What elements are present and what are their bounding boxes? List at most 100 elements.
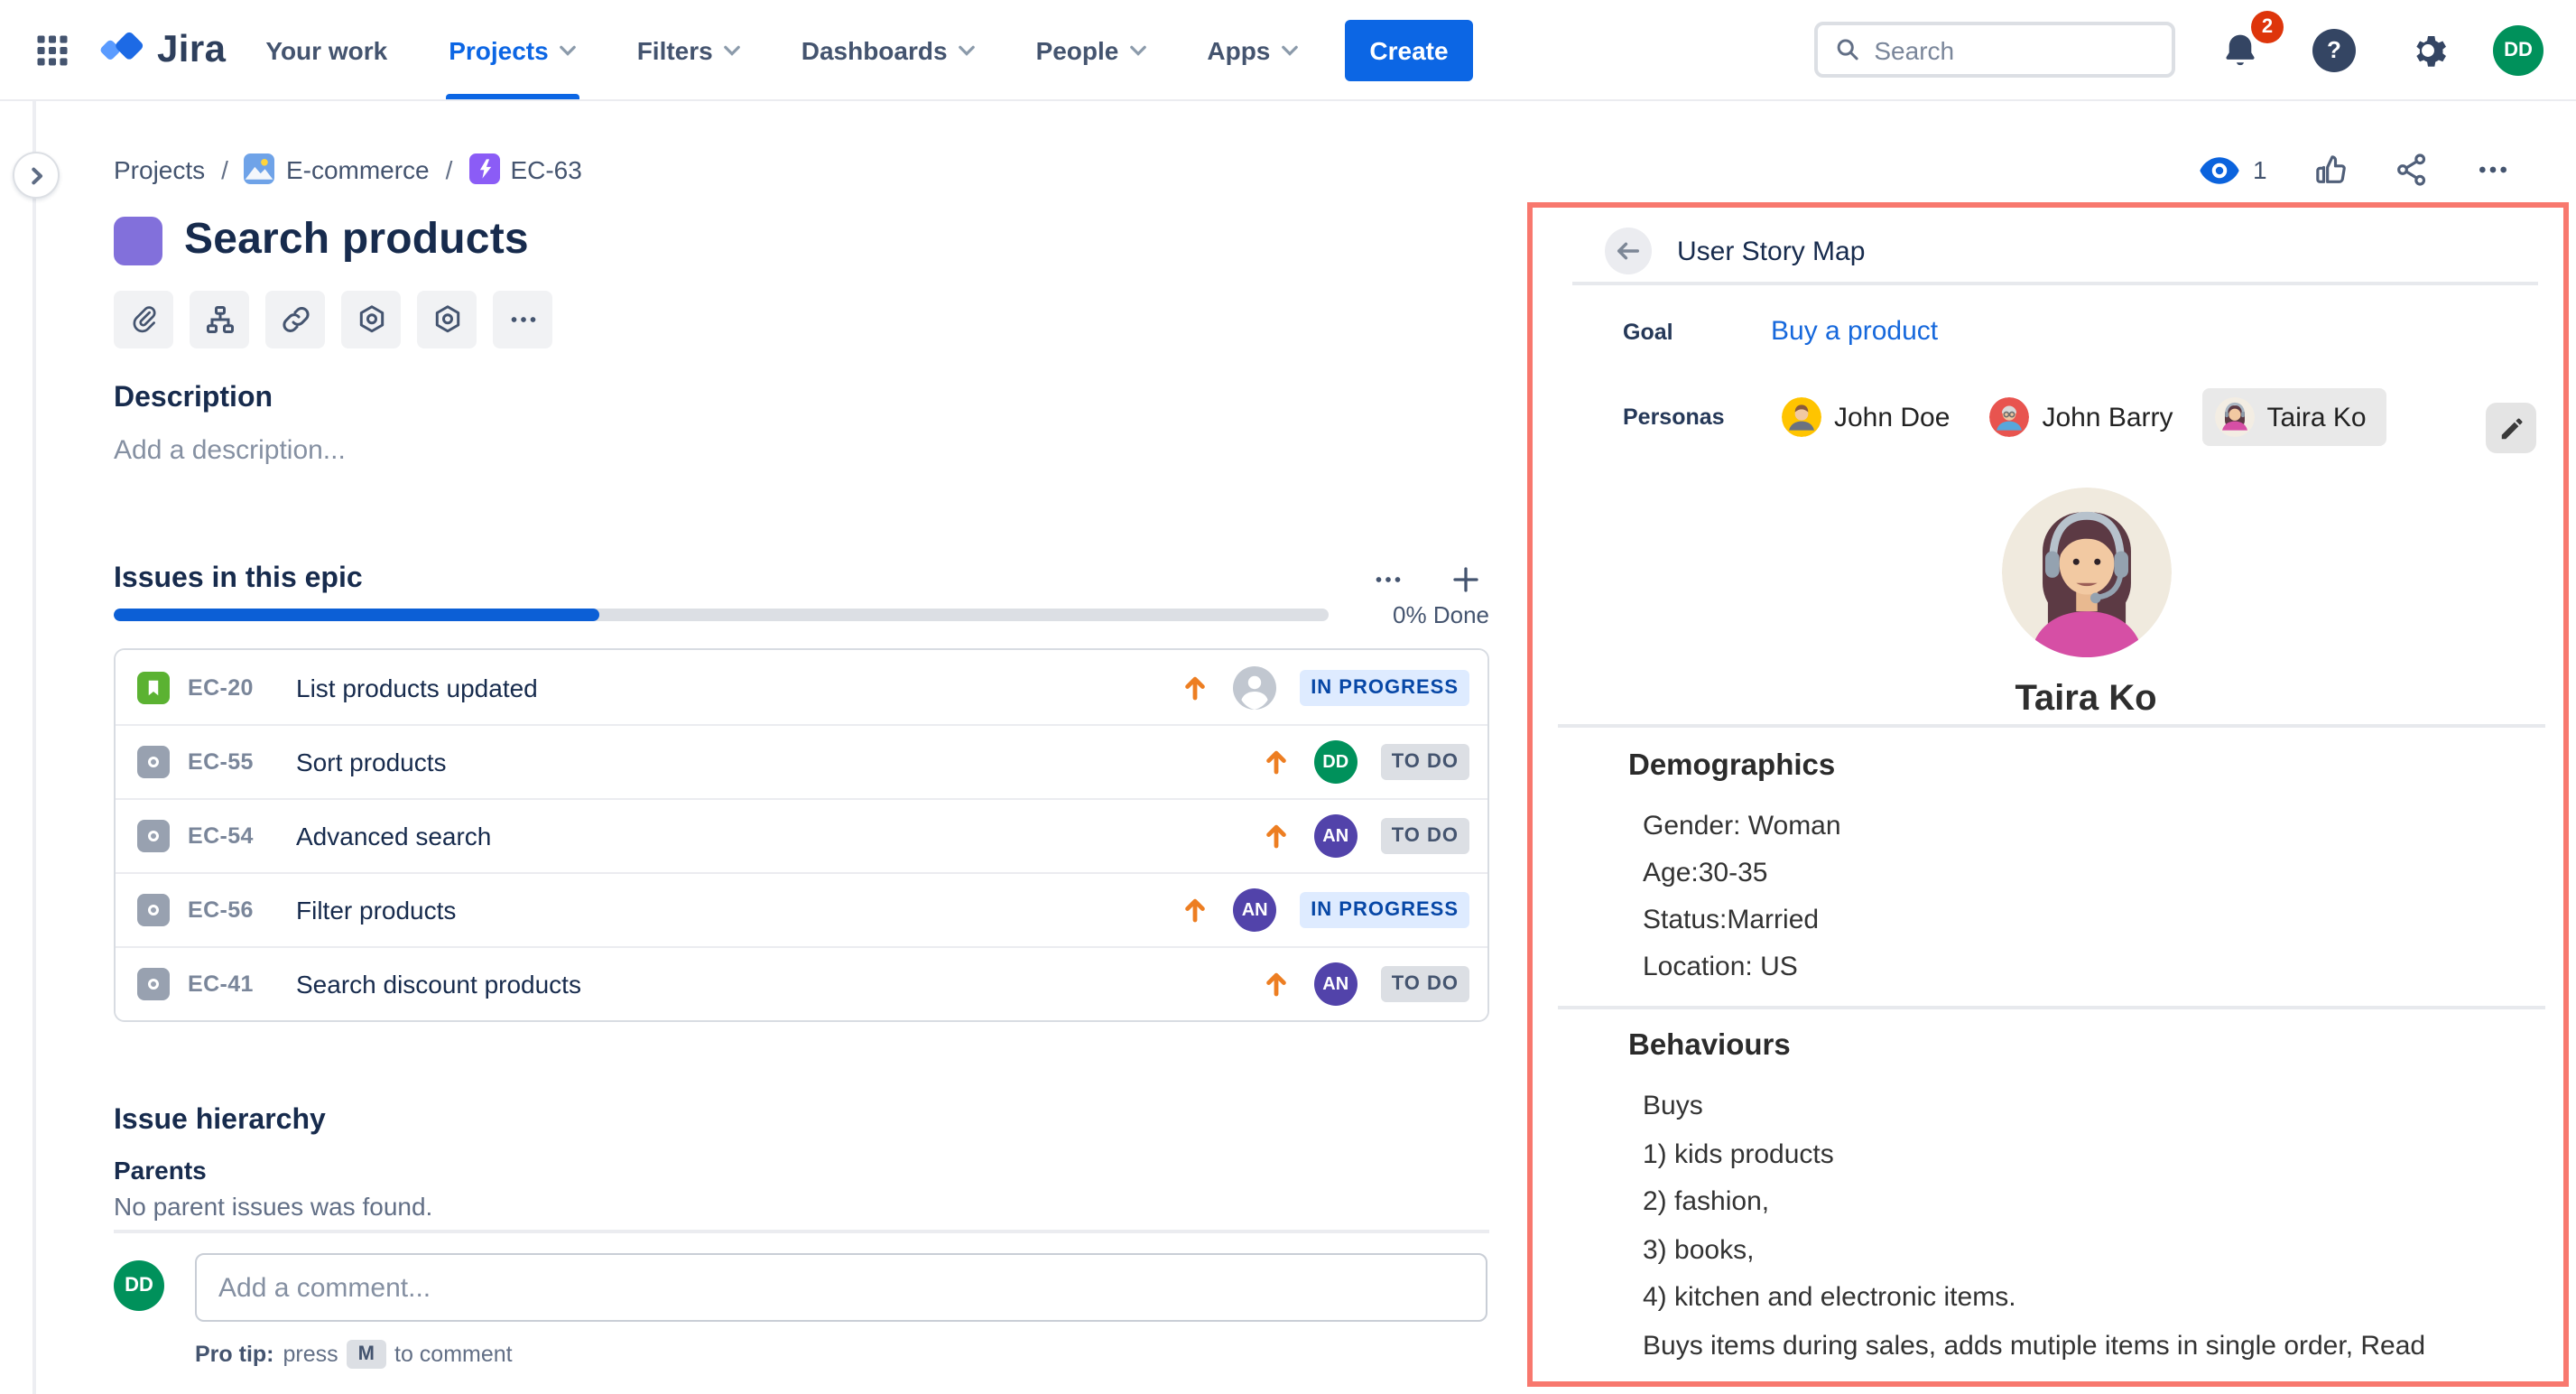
- issue-key: EC-56: [188, 897, 278, 923]
- panel-title: User Story Map: [1677, 236, 1865, 266]
- gear-icon: [2408, 30, 2448, 70]
- assignee-avatar[interactable]: AN: [1314, 814, 1357, 858]
- pencil-icon: [2497, 414, 2525, 441]
- panel-divider: [1558, 724, 2545, 728]
- comment-protip: Pro tip: press M to comment: [195, 1340, 513, 1369]
- collapsed-sidebar: [0, 101, 36, 1394]
- epic-issues-add-button[interactable]: [1442, 556, 1489, 603]
- nav-menu: Your work Projects Filters Dashboards Pe…: [265, 0, 1297, 99]
- user-avatar[interactable]: DD: [2493, 24, 2544, 75]
- back-button[interactable]: [1605, 228, 1652, 274]
- nav-item-your-work[interactable]: Your work: [265, 0, 387, 99]
- assignee-avatar[interactable]: AN: [1233, 888, 1276, 932]
- add-child-issue-button[interactable]: [190, 291, 249, 348]
- priority-high-icon: [1262, 748, 1291, 776]
- task-icon: [137, 746, 170, 778]
- like-button[interactable]: [2312, 152, 2349, 188]
- notifications-button[interactable]: 2: [2213, 23, 2267, 77]
- comment-input[interactable]: [218, 1272, 1464, 1303]
- edit-personas-button[interactable]: [2486, 403, 2536, 453]
- settings-button[interactable]: [2401, 23, 2455, 77]
- create-button[interactable]: Create: [1344, 19, 1473, 80]
- top-nav: Jira Your work Projects Filters Dashboar…: [0, 0, 2576, 101]
- status-badge[interactable]: TO DO: [1381, 818, 1469, 854]
- issue-row[interactable]: EC-54 Advanced search AN TO DO: [116, 798, 1487, 872]
- goal-row: Goal Buy a product: [1623, 316, 1938, 347]
- issue-row[interactable]: EC-41 Search discount products AN TO DO: [116, 946, 1487, 1020]
- breadcrumb-item-project[interactable]: E-commerce: [245, 153, 430, 184]
- persona-list: John Doe John Barry: [1771, 388, 2386, 446]
- page-title: Search products: [184, 215, 529, 265]
- epic-issues-more-button[interactable]: [1365, 556, 1412, 603]
- behaviours-item: 3) books,: [1643, 1227, 2545, 1275]
- issue-summary: Sort products: [296, 748, 1244, 776]
- nav-item-people[interactable]: People: [1036, 0, 1146, 99]
- eye-icon: [2199, 154, 2240, 185]
- project-avatar-icon: [245, 153, 275, 184]
- chevron-down-icon: [1129, 44, 1145, 55]
- hierarchy-icon: [203, 303, 236, 336]
- chevron-down-icon: [1281, 44, 1297, 55]
- nav-item-apps[interactable]: Apps: [1207, 0, 1297, 99]
- issue-key: EC-54: [188, 823, 278, 849]
- status-badge[interactable]: TO DO: [1381, 744, 1469, 780]
- nav-item-filters[interactable]: Filters: [637, 0, 740, 99]
- assignee-avatar[interactable]: DD: [1314, 740, 1357, 784]
- status-badge[interactable]: IN PROGRESS: [1300, 892, 1469, 928]
- more-quick-actions-button[interactable]: [493, 291, 552, 348]
- breadcrumb-item-projects[interactable]: Projects: [114, 154, 205, 183]
- panel-divider: [1572, 282, 2538, 285]
- nav-left: Jira Your work Projects Filters Dashboar…: [25, 0, 1474, 99]
- attach-button[interactable]: [114, 291, 173, 348]
- issue-meta-actions: 1: [2199, 152, 2511, 188]
- ellipsis-icon: [1372, 563, 1404, 596]
- epic-issues-list: EC-20 List products updated IN PROGRESS …: [114, 648, 1489, 1022]
- behaviours-item: Buys: [1643, 1083, 2545, 1131]
- task-icon: [137, 820, 170, 852]
- search-input[interactable]: [1874, 35, 2154, 64]
- issue-row[interactable]: EC-20 List products updated IN PROGRESS: [116, 650, 1487, 724]
- share-button[interactable]: [2394, 152, 2430, 188]
- jira-logo[interactable]: Jira: [97, 26, 226, 73]
- priority-high-icon: [1181, 673, 1209, 702]
- behaviours-item: 2) fashion,: [1643, 1179, 2545, 1227]
- persona-avatar-icon: [1989, 397, 2029, 437]
- persona-chip-john-doe[interactable]: John Doe: [1771, 388, 1960, 446]
- goal-link[interactable]: Buy a product: [1771, 316, 1938, 347]
- task-icon: [137, 894, 170, 926]
- parents-empty-text: No parent issues was found.: [114, 1192, 432, 1221]
- thumbs-up-icon: [2312, 152, 2349, 188]
- issue-row[interactable]: EC-56 Filter products AN IN PROGRESS: [116, 872, 1487, 946]
- story-icon: [137, 671, 170, 703]
- more-actions-button[interactable]: [2475, 152, 2511, 188]
- issue-row[interactable]: EC-55 Sort products DD TO DO: [116, 724, 1487, 798]
- assignee-avatar-unassigned[interactable]: [1233, 665, 1276, 709]
- global-search[interactable]: [1814, 22, 2175, 78]
- breadcrumb-item-issue[interactable]: EC-63: [468, 153, 581, 184]
- epic-issues-header: Issues in this epic: [114, 556, 1489, 603]
- assignee-avatar[interactable]: AN: [1314, 962, 1357, 1006]
- demographics-heading: Demographics: [1628, 749, 1835, 784]
- status-badge[interactable]: IN PROGRESS: [1300, 669, 1469, 705]
- nav-item-projects[interactable]: Projects: [449, 0, 576, 99]
- active-tab-underline: [445, 94, 579, 99]
- comment-box[interactable]: [195, 1253, 1487, 1322]
- app-switcher-button[interactable]: [25, 23, 79, 77]
- watchers-button[interactable]: 1: [2199, 154, 2267, 185]
- status-badge[interactable]: TO DO: [1381, 966, 1469, 1002]
- chevron-down-icon: [959, 44, 975, 55]
- issue-key: EC-20: [188, 674, 278, 700]
- sidebar-expand-button[interactable]: [13, 152, 60, 199]
- link-issue-button[interactable]: [265, 291, 325, 348]
- persona-chip-taira-ko[interactable]: Taira Ko: [2202, 388, 2386, 446]
- ellipsis-icon: [506, 303, 539, 336]
- chevron-right-icon: [26, 165, 46, 185]
- app-action-button-1[interactable]: [341, 291, 401, 348]
- priority-high-icon: [1181, 896, 1209, 925]
- app-action-button-2[interactable]: [417, 291, 477, 348]
- help-button[interactable]: ?: [2305, 21, 2363, 79]
- description-placeholder[interactable]: Add a description...: [114, 435, 346, 466]
- persona-chip-john-barry[interactable]: John Barry: [1978, 388, 2183, 446]
- key-badge-m: M: [347, 1340, 385, 1369]
- nav-item-dashboards[interactable]: Dashboards: [802, 0, 975, 99]
